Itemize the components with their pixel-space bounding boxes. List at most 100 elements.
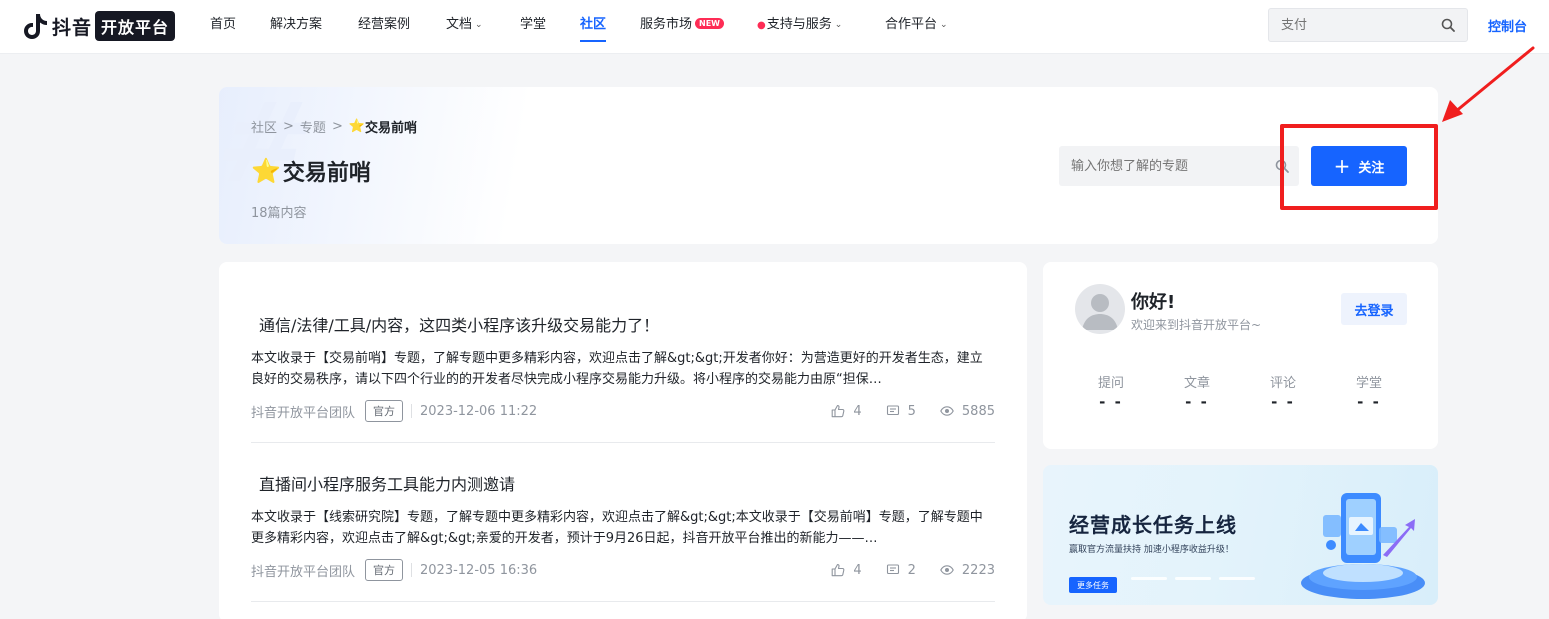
page-title-text: 交易前哨 [282,161,371,186]
official-tag: 官方 [365,559,404,581]
nav-support[interactable]: ●支持与服务 ⌄ [757,0,842,54]
eye-icon [940,565,954,575]
douyin-logo-icon [24,14,47,39]
banner-subtitle: 赢取官方流量扶持 加速小程序收益升级！ [1069,545,1234,555]
top-search-input[interactable] [1269,9,1439,41]
breadcrumb-topics[interactable]: 专题 [300,117,326,136]
nav-cases[interactable]: 经营案例 [358,0,410,54]
nav-community-label: 社区 [580,17,607,32]
comment-count: 2 [907,562,916,578]
stat-value: - - [1357,393,1381,411]
chevron-down-icon: ⌄ [940,20,948,30]
article-list: 通信/法律/工具/内容，这四类小程序该升级交易能力了！ 本文收录于【交易前哨】专… [219,262,1027,619]
stat-value: - - [1099,393,1123,411]
carousel-dot[interactable] [1175,577,1211,580]
nav-solutions-label: 解决方案 [270,17,323,32]
view-count: 2223 [961,562,995,578]
carousel-dot[interactable] [1219,577,1255,580]
nav-home[interactable]: 首页 [210,0,236,54]
growth-illustration-icon [1301,493,1425,599]
avatar [1075,284,1125,334]
article-divider [251,601,995,602]
stat-comments[interactable]: 评论 - - [1253,372,1313,411]
nav-docs-label: 文档 [446,17,473,32]
article-author[interactable]: 抖音开放平台团队 [251,402,355,421]
comment-stat[interactable]: 2 [886,563,916,578]
user-profile-card: 你好! 欢迎来到抖音开放平台~ 去登录 提问 - - 文章 - - 评论 - -… [1043,262,1438,449]
banner-title: 经营成长任务上线 [1069,513,1237,537]
flame-icon: ● [757,20,766,31]
breadcrumb-separator: > [283,119,294,134]
stat-questions[interactable]: 提问 - - [1081,372,1141,411]
chevron-down-icon: ⌄ [834,20,843,30]
like-stat[interactable]: 4 [831,562,862,578]
chevron-down-icon: ⌄ [475,20,483,30]
login-button[interactable]: 去登录 [1341,293,1407,325]
top-search-box [1268,8,1468,42]
nav-partners[interactable]: 合作平台 ⌄ [885,0,948,54]
stat-articles[interactable]: 文章 - - [1167,372,1227,411]
brand-name: 抖音 [52,16,93,39]
comment-stat[interactable]: 5 [886,404,916,419]
article-meta: 抖音开放平台团队 官方 2023-12-05 16:36 4 2 2223 [251,559,995,581]
star-icon: ⭐ [251,157,281,185]
nav-solutions[interactable]: 解决方案 [270,0,322,54]
console-link[interactable]: 控制台 [1488,16,1527,35]
eye-icon [940,406,954,416]
banner-cta-button[interactable]: 更多任务 [1069,577,1117,593]
brand-subname: 开放平台 [95,11,176,41]
article-summary: 本文收录于【线索研究院】专题，了解专题中更多精彩内容，欢迎点击了解&gt;&gt… [251,510,983,546]
view-count: 5885 [961,403,995,419]
search-icon[interactable] [1441,18,1455,32]
like-count: 4 [853,562,862,578]
article-stats: 4 2 2223 [807,559,995,581]
article-summary: 本文收录于【交易前哨】专题，了解专题中更多精彩内容，欢迎点击了解&gt;&gt;… [251,351,983,387]
nav-community[interactable]: 社区 [580,0,606,54]
article-title[interactable]: 直播间小程序服务工具能力内测邀请 [259,471,515,495]
meta-divider [411,404,413,418]
article-divider [251,442,995,443]
article-title[interactable]: 通信/法律/工具/内容，这四类小程序该升级交易能力了！ [259,312,659,336]
breadcrumb-community[interactable]: 社区 [251,117,277,136]
stat-academy[interactable]: 学堂 - - [1339,372,1399,411]
carousel-dot[interactable] [1131,577,1167,580]
nav-home-label: 首页 [210,17,237,32]
stat-label: 提问 [1097,376,1124,391]
topic-header-card: # 社区 > 专题 > ⭐ 交易前哨 ⭐ 交易前哨 18篇内容 + 关注 [219,87,1438,244]
nav-market-label: 服务市场 [640,17,693,32]
nav-partners-label: 合作平台 [885,17,938,32]
logo[interactable]: 抖音 开放平台 [22,11,176,41]
new-badge: NEW [695,18,724,29]
user-avatar-icon [1082,294,1118,330]
nav-support-label: 支持与服务 [766,17,832,32]
stat-value: - - [1271,393,1295,411]
article-date: 2023-12-05 16:36 [420,562,538,578]
top-navigation: 抖音 开放平台 首页 解决方案 经营案例 文档 ⌄ 学堂 社区 服务市场 NEW ●… [0,0,1549,54]
article-author[interactable]: 抖音开放平台团队 [251,561,355,580]
like-stat[interactable]: 4 [831,404,862,419]
view-stat: 5885 [940,404,995,419]
thumbs-up-icon [831,563,845,577]
comment-icon [886,405,899,416]
nav-docs[interactable]: 文档 ⌄ [446,0,483,54]
stat-value: - - [1185,393,1209,411]
thumbs-up-icon [831,404,845,418]
article-date: 2023-12-06 11:22 [420,403,538,419]
nav-academy[interactable]: 学堂 [520,0,546,54]
nav-market[interactable]: 服务市场 NEW [640,0,724,54]
stat-label: 评论 [1269,376,1296,391]
comment-icon [886,564,899,575]
meta-divider [411,563,413,577]
topic-search-input[interactable] [1059,146,1269,186]
nav-cases-label: 经营案例 [358,17,411,32]
carousel-indicators [1131,577,1263,580]
page-title: ⭐ 交易前哨 [251,155,371,187]
view-stat: 2223 [940,563,995,578]
stat-label: 文章 [1183,376,1210,391]
greeting: 你好! [1131,292,1176,313]
welcome-text: 欢迎来到抖音开放平台~ [1131,318,1262,332]
annotation-arrow-icon [1442,46,1535,122]
growth-task-banner[interactable]: 经营成长任务上线 赢取官方流量扶持 加速小程序收益升级！ 更多任务 [1043,465,1438,605]
nav-academy-label: 学堂 [520,17,547,32]
breadcrumb-separator: > [331,119,343,134]
